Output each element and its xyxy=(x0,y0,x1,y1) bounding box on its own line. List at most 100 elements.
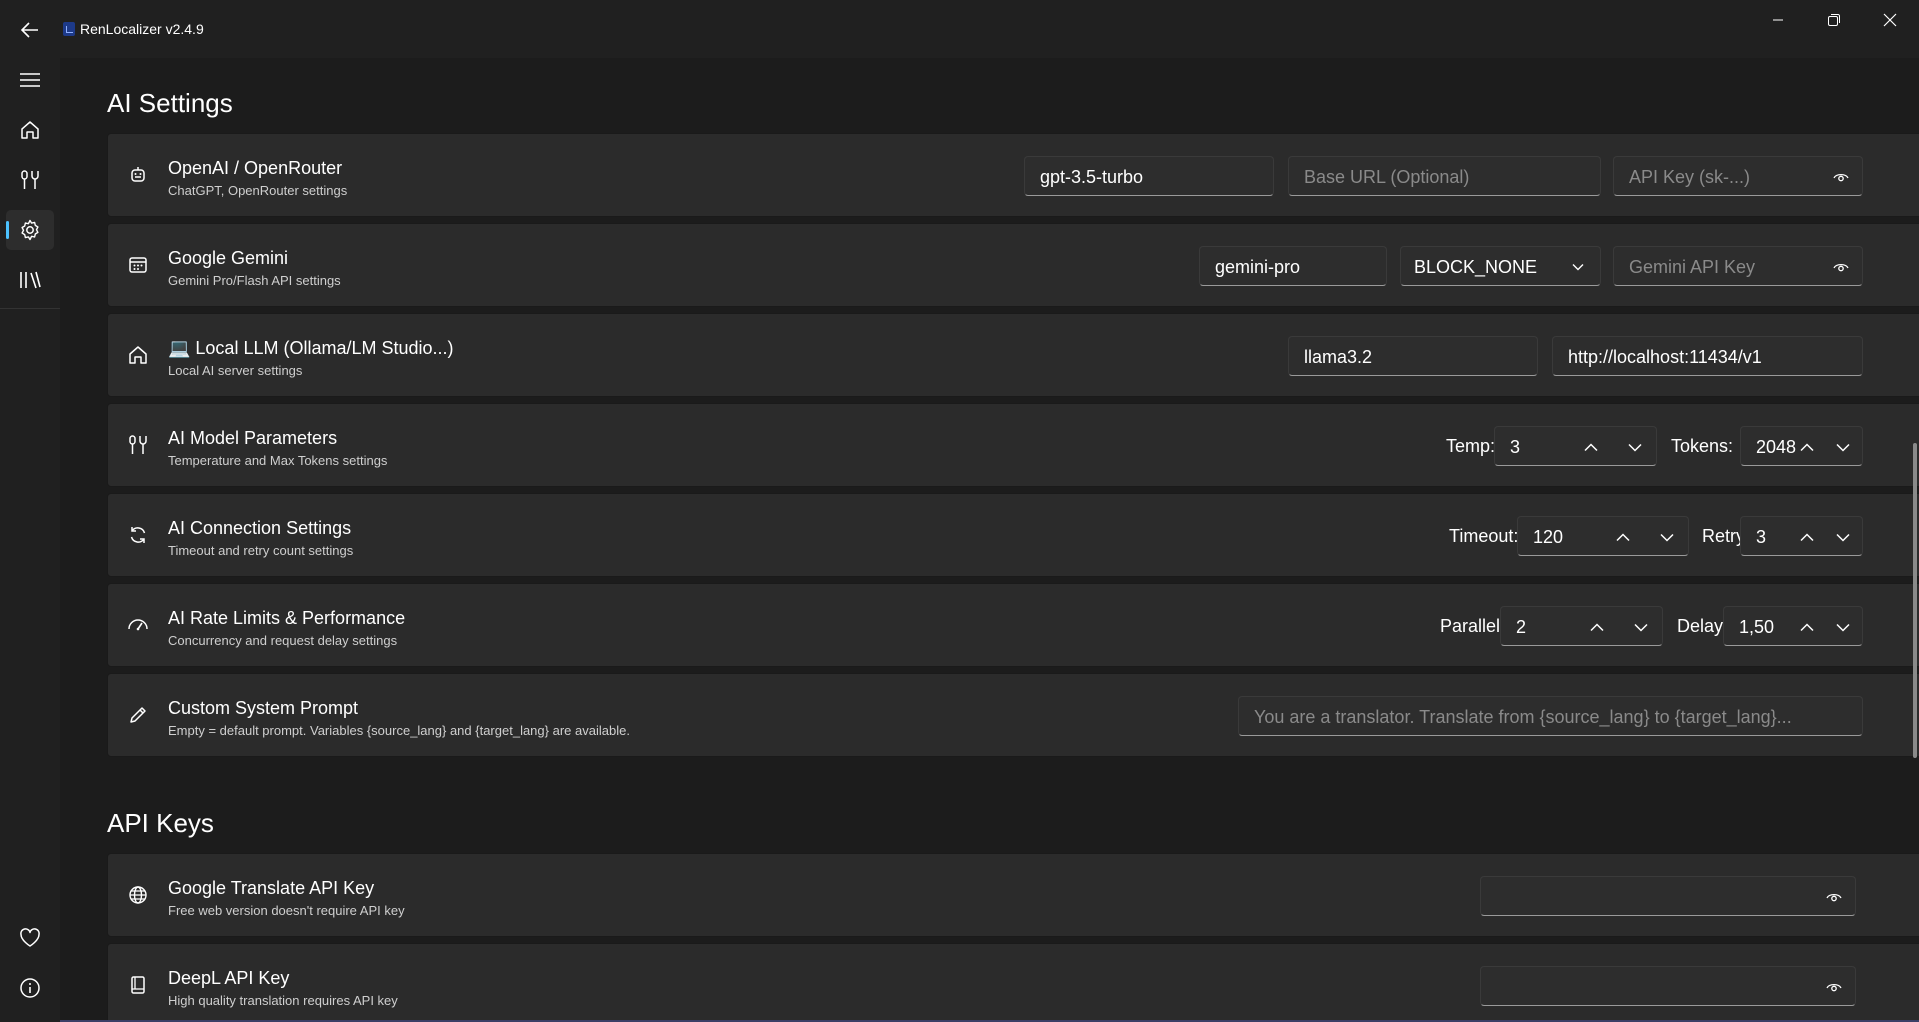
retry-decrement-button[interactable] xyxy=(1834,528,1852,546)
nav-menu-button[interactable] xyxy=(6,60,54,100)
temp-decrement-button[interactable] xyxy=(1626,438,1644,456)
delay-stepper[interactable]: 1,50 xyxy=(1723,606,1863,646)
gemini-model-value: gemini-pro xyxy=(1215,257,1301,277)
chevron-down-icon xyxy=(1836,623,1850,632)
close-button[interactable] xyxy=(1862,0,1918,40)
local-llm-url-value: http://localhost:11434/v1 xyxy=(1568,347,1762,367)
parallel-value: 2 xyxy=(1516,617,1527,637)
chevron-up-icon xyxy=(1590,622,1604,631)
card-title: Google Translate API Key xyxy=(168,878,375,898)
temp-label: Temp: xyxy=(1446,436,1496,456)
timeout-increment-button[interactable] xyxy=(1614,528,1632,546)
minimize-icon xyxy=(1773,19,1783,21)
google-api-key-input[interactable] xyxy=(1480,876,1856,916)
openai-base-url-placeholder: Base URL (Optional) xyxy=(1304,167,1470,187)
reveal-password-button[interactable] xyxy=(1825,978,1843,996)
card-connection-settings: AI Connection Settings Timeout and retry… xyxy=(107,493,1919,577)
gemini-safety-value: BLOCK_NONE xyxy=(1414,257,1538,277)
reveal-password-button[interactable] xyxy=(1832,168,1850,186)
nav-tools[interactable] xyxy=(6,160,54,200)
eye-icon xyxy=(1833,173,1849,182)
gemini-model-input[interactable]: gemini-pro xyxy=(1199,246,1387,286)
gear-icon xyxy=(21,219,39,241)
card-subtitle: Local AI server settings xyxy=(168,363,303,378)
openai-model-input[interactable]: gpt-3.5-turbo xyxy=(1024,156,1274,196)
temp-increment-button[interactable] xyxy=(1582,438,1600,456)
nav-separator xyxy=(0,308,60,309)
card-title: AI Rate Limits & Performance xyxy=(168,608,406,628)
parallel-label: Parallel: xyxy=(1440,616,1506,636)
pencil-icon xyxy=(125,702,151,728)
side-nav xyxy=(0,58,60,1022)
openai-api-key-placeholder: API Key (sk-...) xyxy=(1629,167,1751,187)
close-icon xyxy=(1883,13,1897,27)
section-title-api-keys: API Keys xyxy=(107,808,214,838)
maximize-button[interactable] xyxy=(1806,0,1862,40)
card-openai: OpenAI / OpenRouter ChatGPT, OpenRouter … xyxy=(107,133,1919,217)
timeout-stepper[interactable]: 120 xyxy=(1517,516,1689,556)
card-title: 💻 Local LLM (Ollama/LM Studio...) xyxy=(168,338,454,358)
chevron-up-icon xyxy=(1800,622,1814,631)
deepl-api-key-input[interactable] xyxy=(1480,966,1856,1006)
card-subtitle: Temperature and Max Tokens settings xyxy=(168,453,388,468)
reveal-password-button[interactable] xyxy=(1832,258,1850,276)
gemini-api-key-input[interactable]: Gemini API Key xyxy=(1613,246,1863,286)
chevron-up-icon xyxy=(1616,532,1630,541)
local-llm-url-input[interactable]: http://localhost:11434/v1 xyxy=(1552,336,1863,376)
card-title: DeepL API Key xyxy=(168,968,290,988)
openai-model-value: gpt-3.5-turbo xyxy=(1040,167,1144,187)
parallel-increment-button[interactable] xyxy=(1588,618,1606,636)
card-gemini: Google Gemini Gemini Pro/Flash API setti… xyxy=(107,223,1919,307)
local-llm-model-input[interactable]: llama3.2 xyxy=(1288,336,1538,376)
timeout-label: Timeout: xyxy=(1449,526,1519,546)
card-custom-prompt: Custom System Prompt Empty = default pro… xyxy=(107,673,1919,757)
custom-prompt-input[interactable]: You are a translator. Translate from {so… xyxy=(1238,696,1863,736)
eye-icon xyxy=(1826,983,1842,992)
retry-increment-button[interactable] xyxy=(1798,528,1816,546)
nav-settings[interactable] xyxy=(6,210,54,250)
card-subtitle: High quality translation requires API ke… xyxy=(168,993,398,1008)
custom-prompt-placeholder: You are a translator. Translate from {so… xyxy=(1254,707,1792,727)
tokens-label: Tokens: xyxy=(1671,436,1734,456)
temp-value: 3 xyxy=(1510,437,1521,457)
card-title: AI Model Parameters xyxy=(168,428,338,448)
arrow-left-icon xyxy=(20,22,38,38)
tokens-decrement-button[interactable] xyxy=(1834,438,1852,456)
nav-about[interactable] xyxy=(6,968,54,1008)
delay-increment-button[interactable] xyxy=(1798,618,1816,636)
nav-home[interactable] xyxy=(6,110,54,150)
nav-favorites[interactable] xyxy=(6,918,54,958)
heart-icon xyxy=(20,928,40,947)
minimize-button[interactable] xyxy=(1750,0,1806,40)
timeout-decrement-button[interactable] xyxy=(1658,528,1676,546)
card-rate-limits: AI Rate Limits & Performance Concurrency… xyxy=(107,583,1919,667)
parallel-decrement-button[interactable] xyxy=(1632,618,1650,636)
card-model-parameters: AI Model Parameters Temperature and Max … xyxy=(107,403,1919,487)
home-icon xyxy=(21,121,39,139)
card-google-translate-key: Google Translate API Key Free web versio… xyxy=(107,853,1919,937)
tools-icon xyxy=(125,432,151,458)
parallel-stepper[interactable]: 2 xyxy=(1500,606,1663,646)
chevron-down-icon xyxy=(1836,443,1850,452)
temp-stepper[interactable]: 3 xyxy=(1494,426,1657,466)
card-title: AI Connection Settings xyxy=(168,518,352,538)
book-icon xyxy=(125,972,151,998)
card-title: OpenAI / OpenRouter xyxy=(168,158,343,178)
window-title: RenLocalizer v2.4.9 xyxy=(80,21,204,37)
chevron-up-icon xyxy=(1800,442,1814,451)
tokens-stepper[interactable]: 2048 xyxy=(1740,426,1863,466)
nav-library[interactable] xyxy=(6,260,54,300)
card-local-llm: 💻 Local LLM (Ollama/LM Studio...) Local … xyxy=(107,313,1919,397)
globe-icon xyxy=(125,882,151,908)
openai-api-key-input[interactable]: API Key (sk-...) xyxy=(1613,156,1863,196)
gemini-safety-dropdown[interactable]: BLOCK_NONE xyxy=(1400,246,1601,286)
retry-stepper[interactable]: 3 xyxy=(1740,516,1863,556)
delay-decrement-button[interactable] xyxy=(1834,618,1852,636)
tokens-increment-button[interactable] xyxy=(1798,438,1816,456)
vertical-scrollbar[interactable] xyxy=(1913,443,1917,758)
back-button[interactable] xyxy=(8,8,52,52)
openai-base-url-input[interactable]: Base URL (Optional) xyxy=(1288,156,1601,196)
reveal-password-button[interactable] xyxy=(1825,888,1843,906)
card-subtitle: ChatGPT, OpenRouter settings xyxy=(168,183,348,198)
restore-icon xyxy=(1828,14,1840,26)
